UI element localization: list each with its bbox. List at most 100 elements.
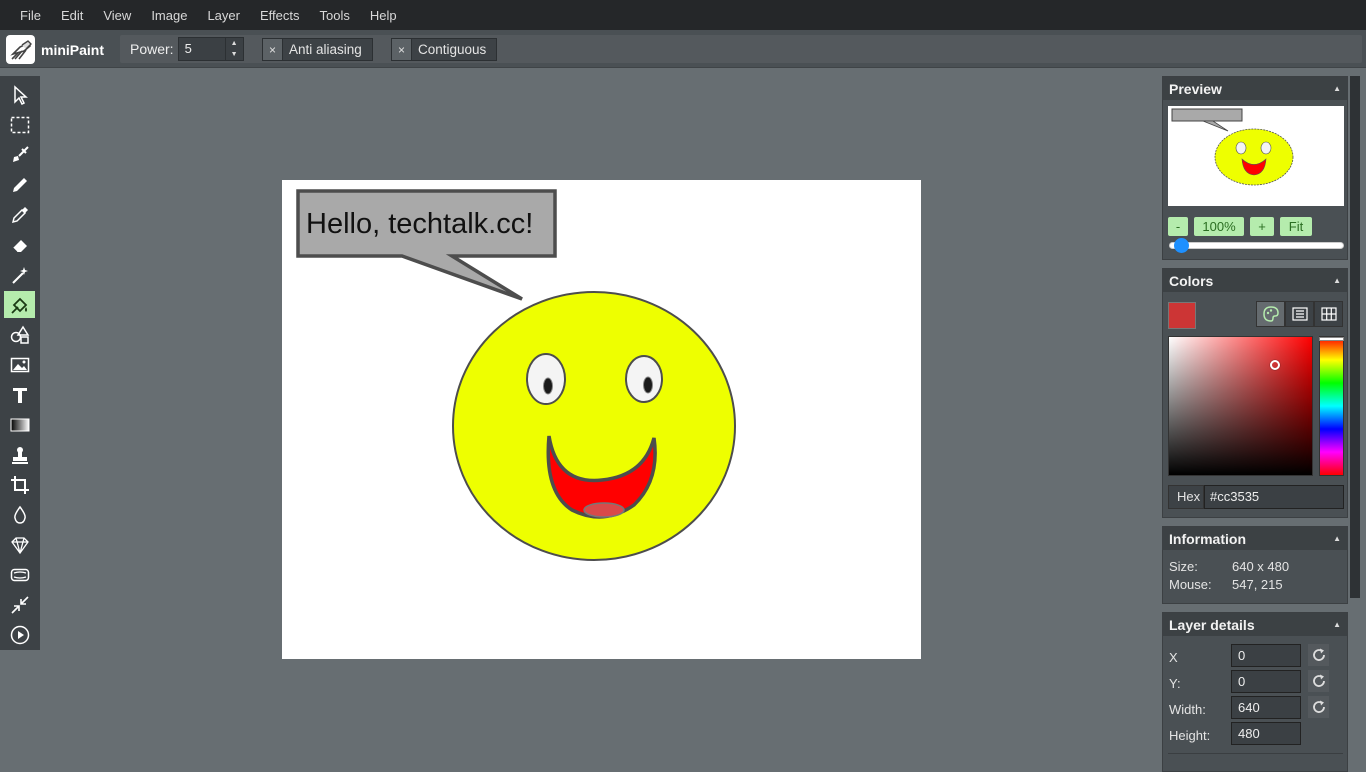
zoom-slider-thumb[interactable] bbox=[1174, 238, 1189, 253]
x-label: X bbox=[1169, 650, 1178, 665]
menu-image[interactable]: Image bbox=[141, 8, 197, 23]
tool-options-bar: miniPaint Power: 5 ▲ ▼ × Anti aliasing ×… bbox=[0, 30, 1366, 68]
palette-mode-button[interactable] bbox=[1256, 301, 1285, 327]
menu-bar: File Edit View Image Layer Effects Tools… bbox=[0, 0, 1366, 30]
saturation-value-picker[interactable] bbox=[1168, 336, 1313, 476]
colors-header[interactable]: Colors ▲ bbox=[1163, 269, 1347, 292]
contiguous-label: Contiguous bbox=[418, 42, 487, 57]
preview-header[interactable]: Preview ▲ bbox=[1163, 77, 1347, 100]
x-input[interactable]: 0 bbox=[1231, 644, 1301, 667]
height-input[interactable]: 480 bbox=[1231, 722, 1301, 745]
reset-x-button[interactable] bbox=[1308, 644, 1329, 666]
tool-selection[interactable] bbox=[4, 111, 35, 138]
spin-up-icon[interactable]: ▲ bbox=[231, 40, 238, 47]
tool-image[interactable] bbox=[4, 351, 35, 378]
close-icon[interactable]: × bbox=[263, 39, 283, 60]
tool-sharpen[interactable] bbox=[4, 531, 35, 558]
tool-color-picker[interactable] bbox=[4, 201, 35, 228]
hue-slider-handle[interactable] bbox=[1319, 337, 1344, 341]
tool-brush[interactable] bbox=[4, 141, 35, 168]
sv-picker-handle[interactable] bbox=[1270, 360, 1280, 370]
width-input[interactable]: 640 bbox=[1231, 696, 1301, 719]
tool-shapes[interactable] bbox=[4, 321, 35, 348]
smiley-face bbox=[452, 291, 736, 561]
power-input[interactable]: 5 bbox=[179, 38, 225, 60]
bulge-pinch-icon bbox=[10, 568, 29, 581]
zoom-in-button[interactable]: + bbox=[1250, 217, 1274, 236]
menu-edit[interactable]: Edit bbox=[51, 8, 93, 23]
pencil-icon bbox=[12, 177, 27, 192]
app-logo[interactable]: miniPaint bbox=[6, 35, 104, 64]
tool-bulge[interactable] bbox=[4, 561, 35, 588]
contiguous-toggle[interactable]: × Contiguous bbox=[391, 38, 498, 61]
tool-options: Power: 5 ▲ ▼ × Anti aliasing × Contiguou… bbox=[120, 35, 1362, 63]
close-icon[interactable]: × bbox=[392, 39, 412, 60]
tool-magic-wand[interactable] bbox=[4, 261, 35, 288]
right-sidebar: Preview ▲ - 100% + Fit Colors ▲ Hex #cc3… bbox=[1160, 76, 1350, 772]
tool-animation[interactable] bbox=[4, 621, 35, 648]
reset-width-button[interactable] bbox=[1308, 696, 1329, 718]
tool-gradient[interactable] bbox=[4, 411, 35, 438]
layer-details-panel: Layer details ▲ X 0 Y: 0 Width: 640 Heig… bbox=[1162, 612, 1348, 772]
grid-mode-button[interactable] bbox=[1314, 301, 1343, 327]
collapse-icon[interactable]: ▲ bbox=[1333, 620, 1341, 629]
hex-label: Hex bbox=[1168, 485, 1204, 509]
sidebar-scrollbar[interactable] bbox=[1350, 76, 1360, 598]
palette-icon bbox=[1262, 306, 1279, 322]
mouse-value: 547, 215 bbox=[1232, 577, 1283, 592]
menu-help[interactable]: Help bbox=[360, 8, 407, 23]
refresh-icon bbox=[1312, 648, 1325, 661]
left-pupil bbox=[543, 377, 553, 395]
tool-eraser[interactable] bbox=[4, 231, 35, 258]
tool-crop[interactable] bbox=[4, 471, 35, 498]
divider bbox=[1168, 753, 1343, 754]
minipaint-logo-icon bbox=[6, 35, 35, 64]
spin-down-icon[interactable]: ▼ bbox=[231, 51, 238, 58]
collapse-icon[interactable]: ▲ bbox=[1333, 84, 1341, 93]
refresh-icon bbox=[1312, 700, 1325, 713]
menu-tools[interactable]: Tools bbox=[310, 8, 360, 23]
collapse-icon[interactable]: ▲ bbox=[1333, 534, 1341, 543]
tool-select[interactable] bbox=[4, 81, 35, 108]
preview-thumbnail[interactable] bbox=[1168, 106, 1344, 206]
layer-details-header[interactable]: Layer details ▲ bbox=[1163, 613, 1347, 636]
hex-input[interactable]: #cc3535 bbox=[1204, 485, 1344, 509]
tool-resize[interactable] bbox=[4, 591, 35, 618]
tool-fill[interactable] bbox=[4, 291, 35, 318]
power-stepper[interactable]: 5 ▲ ▼ bbox=[177, 37, 244, 61]
zoom-slider[interactable] bbox=[1169, 238, 1344, 253]
list-mode-button[interactable] bbox=[1285, 301, 1314, 327]
text-icon bbox=[12, 387, 27, 403]
fill-bucket-icon bbox=[10, 297, 27, 314]
information-header[interactable]: Information ▲ bbox=[1163, 527, 1347, 550]
current-color-swatch[interactable] bbox=[1168, 302, 1196, 329]
y-label: Y: bbox=[1169, 676, 1181, 691]
color-picker-icon bbox=[11, 206, 28, 223]
clone-stamp-icon bbox=[11, 446, 28, 464]
hue-slider[interactable] bbox=[1319, 336, 1344, 476]
menu-file[interactable]: File bbox=[10, 8, 51, 23]
tool-text[interactable] bbox=[4, 381, 35, 408]
colors-panel: Colors ▲ Hex #cc3535 bbox=[1162, 268, 1348, 518]
reset-y-button[interactable] bbox=[1308, 670, 1329, 692]
menu-view[interactable]: View bbox=[93, 8, 141, 23]
size-label: Size: bbox=[1169, 559, 1198, 574]
image-icon bbox=[10, 357, 29, 372]
right-pupil bbox=[643, 376, 653, 394]
zoom-out-button[interactable]: - bbox=[1168, 217, 1188, 236]
menu-effects[interactable]: Effects bbox=[250, 8, 310, 23]
magic-wand-icon bbox=[11, 266, 28, 284]
drawing-canvas[interactable]: Hello, techtalk.cc! bbox=[282, 180, 921, 659]
y-input[interactable]: 0 bbox=[1231, 670, 1301, 693]
tool-clone[interactable] bbox=[4, 441, 35, 468]
menu-layer[interactable]: Layer bbox=[197, 8, 250, 23]
tool-blur[interactable] bbox=[4, 501, 35, 528]
collapse-icon[interactable]: ▲ bbox=[1333, 276, 1341, 285]
anti-aliasing-toggle[interactable]: × Anti aliasing bbox=[262, 38, 373, 61]
resize-icon bbox=[10, 595, 29, 614]
power-spin-buttons[interactable]: ▲ ▼ bbox=[224, 38, 243, 60]
tool-pencil[interactable] bbox=[4, 171, 35, 198]
zoom-fit-button[interactable]: Fit bbox=[1280, 217, 1312, 236]
zoom-level-button[interactable]: 100% bbox=[1194, 217, 1244, 236]
refresh-icon bbox=[1312, 674, 1325, 687]
